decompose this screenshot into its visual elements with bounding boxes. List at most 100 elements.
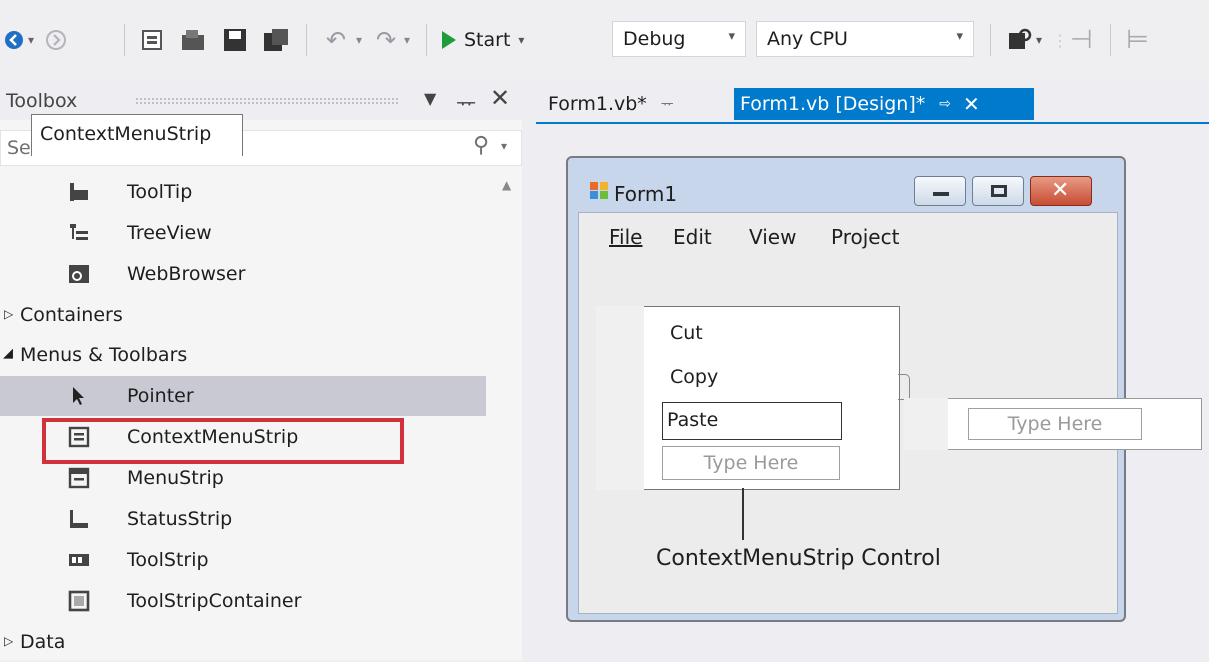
menustrip-icon [68, 467, 90, 489]
close-icon[interactable]: ✕ [490, 84, 510, 112]
toolbox-category-menus-toolbars[interactable]: ◢ Menus & Toolbars [0, 335, 522, 375]
form-title: Form1 [614, 182, 678, 206]
menu-item-copy[interactable]: Copy [670, 366, 718, 388]
toolbar-separator [124, 24, 125, 56]
toolbox-item-label: TreeView [127, 222, 212, 244]
toolbox-item-label: StatusStrip [127, 508, 233, 530]
collapse-arrow-icon: ◢ [3, 346, 13, 361]
toolbox-category-containers[interactable]: ▷ Containers [0, 295, 522, 335]
toolbox-item-toolstrip[interactable]: ToolStrip [0, 540, 522, 580]
toolbox-item-webbrowser[interactable]: WebBrowser [0, 254, 522, 294]
menu-edit[interactable]: Edit [673, 225, 712, 249]
toolbox-item-statusstrip[interactable]: StatusStrip [0, 499, 522, 539]
callout-caption: ContextMenuStrip Control [656, 546, 941, 571]
chevron-down-icon: ▾ [728, 29, 735, 44]
undo-icon[interactable]: ↶ [326, 22, 346, 58]
toolbox-item-label: ToolTip [127, 181, 193, 203]
chevron-down-icon[interactable]: ▾ [501, 139, 507, 153]
redo-dropdown-icon[interactable]: ▾ [404, 22, 410, 58]
maximize-button[interactable] [972, 176, 1024, 206]
toolbar-separator [426, 24, 427, 56]
form-icon [590, 182, 610, 204]
toolbox-scrollbar[interactable]: ▲ [498, 174, 522, 660]
close-icon[interactable]: ✕ [963, 92, 980, 116]
align-left-icon[interactable]: ⊨ [1126, 22, 1149, 58]
type-here-placeholder: Type Here [1007, 413, 1103, 435]
toolbox-item-label: ToolStrip [127, 549, 209, 571]
pin-icon[interactable]: ⇨ [939, 96, 951, 112]
tab-form1-design[interactable]: Form1.vb [Design]* ⇨ ✕ [734, 88, 1034, 120]
platform-value: Any CPU [767, 28, 848, 50]
tab-form1-code[interactable]: Form1.vb* ᅲ [542, 88, 680, 120]
search-icon[interactable]: ⚲ [473, 133, 489, 158]
platform-select[interactable]: Any CPU ▾ [756, 21, 974, 57]
minimize-button[interactable] [914, 176, 966, 206]
toolbar-grip-icon: ⋮ [1052, 30, 1068, 50]
forward-icon[interactable] [46, 22, 66, 58]
main-toolbar: ▾ ↶ ▾ ↷ ▾ Start ▾ Debug ▾ Any CPU ▾ ▾ ⋮ … [0, 0, 1209, 82]
toolbox-item-label: Pointer [127, 385, 194, 407]
menu-item-paste-text: Paste [667, 409, 719, 431]
contextmenustrip-tab[interactable]: ContextMenuStrip [31, 114, 243, 156]
toolbox-item-toolstripcontainer[interactable]: ToolStripContainer [0, 581, 522, 621]
statusstrip-icon [68, 508, 90, 530]
type-here-placeholder: Type Here [703, 452, 799, 474]
start-label: Start [464, 29, 511, 51]
align-icon[interactable]: ⊣ [1070, 22, 1093, 58]
menu-file[interactable]: File [609, 225, 642, 249]
menu-edge-handle [898, 374, 910, 400]
type-here-item-input[interactable]: Type Here [662, 446, 840, 480]
toolbox-category-label: Containers [20, 304, 123, 326]
new-project-icon[interactable] [140, 22, 166, 58]
menu-item-paste-editor[interactable]: Paste [662, 402, 842, 440]
back-dropdown-icon[interactable]: ▾ [28, 22, 34, 58]
callout-leader-line [742, 488, 744, 540]
toolbox-category-data[interactable]: ▷ Data [0, 622, 522, 662]
configuration-value: Debug [623, 28, 686, 50]
menu-item-cut[interactable]: Cut [670, 322, 703, 344]
pointer-icon [68, 385, 90, 407]
open-file-icon[interactable] [180, 22, 208, 58]
toolbox-item-label: WebBrowser [127, 263, 246, 285]
menu-image-margin [596, 306, 644, 490]
toolbar-separator [306, 24, 307, 56]
webbrowser-icon [68, 263, 90, 285]
expand-arrow-icon: ▷ [4, 307, 14, 321]
toolbox-item-label: ToolStripContainer [127, 590, 302, 612]
toolstripcontainer-icon [68, 590, 90, 612]
close-window-button[interactable]: ✕ [1030, 176, 1092, 206]
toolbar-separator [990, 24, 991, 56]
menu-project[interactable]: Project [831, 225, 899, 249]
toolbox-category-label: Menus & Toolbars [20, 344, 188, 366]
toolbox-title: Toolbox [6, 90, 78, 112]
start-button[interactable]: Start ▾ [442, 22, 524, 58]
toolbox-item-pointer[interactable]: Pointer [0, 376, 486, 416]
toolbox-item-tooltip[interactable]: ToolTip [0, 172, 522, 212]
chevron-down-icon: ▾ [518, 33, 525, 47]
close-icon: ✕ [1051, 178, 1070, 203]
toolbox-item-treeview[interactable]: TreeView [0, 213, 522, 253]
treeview-icon [68, 222, 90, 244]
save-icon[interactable] [222, 22, 248, 58]
scroll-up-icon[interactable]: ▲ [502, 178, 511, 192]
tooltip-icon [68, 181, 90, 203]
pin-icon[interactable]: ᅲ [456, 86, 476, 118]
header-grip [135, 97, 400, 105]
submenu-image-margin [904, 398, 948, 450]
toolbar-separator [1110, 24, 1111, 56]
chevron-down-icon[interactable]: ▾ [1036, 22, 1042, 58]
tab-label: Form1.vb [Design]* [740, 93, 926, 115]
undo-dropdown-icon[interactable]: ▾ [356, 22, 362, 58]
menu-view[interactable]: View [749, 225, 796, 249]
save-all-icon[interactable] [262, 22, 290, 58]
toolbox-item-label: MenuStrip [127, 467, 224, 489]
highlight-annotation-box [42, 418, 404, 464]
submenu-type-here-input[interactable]: Type Here [968, 408, 1142, 440]
toolbox-options-icon[interactable]: ▼ [424, 89, 436, 108]
find-in-files-icon[interactable] [1006, 22, 1034, 58]
back-icon[interactable] [4, 22, 24, 58]
configuration-select[interactable]: Debug ▾ [612, 21, 746, 57]
toolbox-item-menustrip[interactable]: MenuStrip [0, 458, 522, 498]
redo-icon[interactable]: ↷ [376, 22, 396, 58]
pin-icon[interactable]: ᅲ [661, 94, 674, 114]
